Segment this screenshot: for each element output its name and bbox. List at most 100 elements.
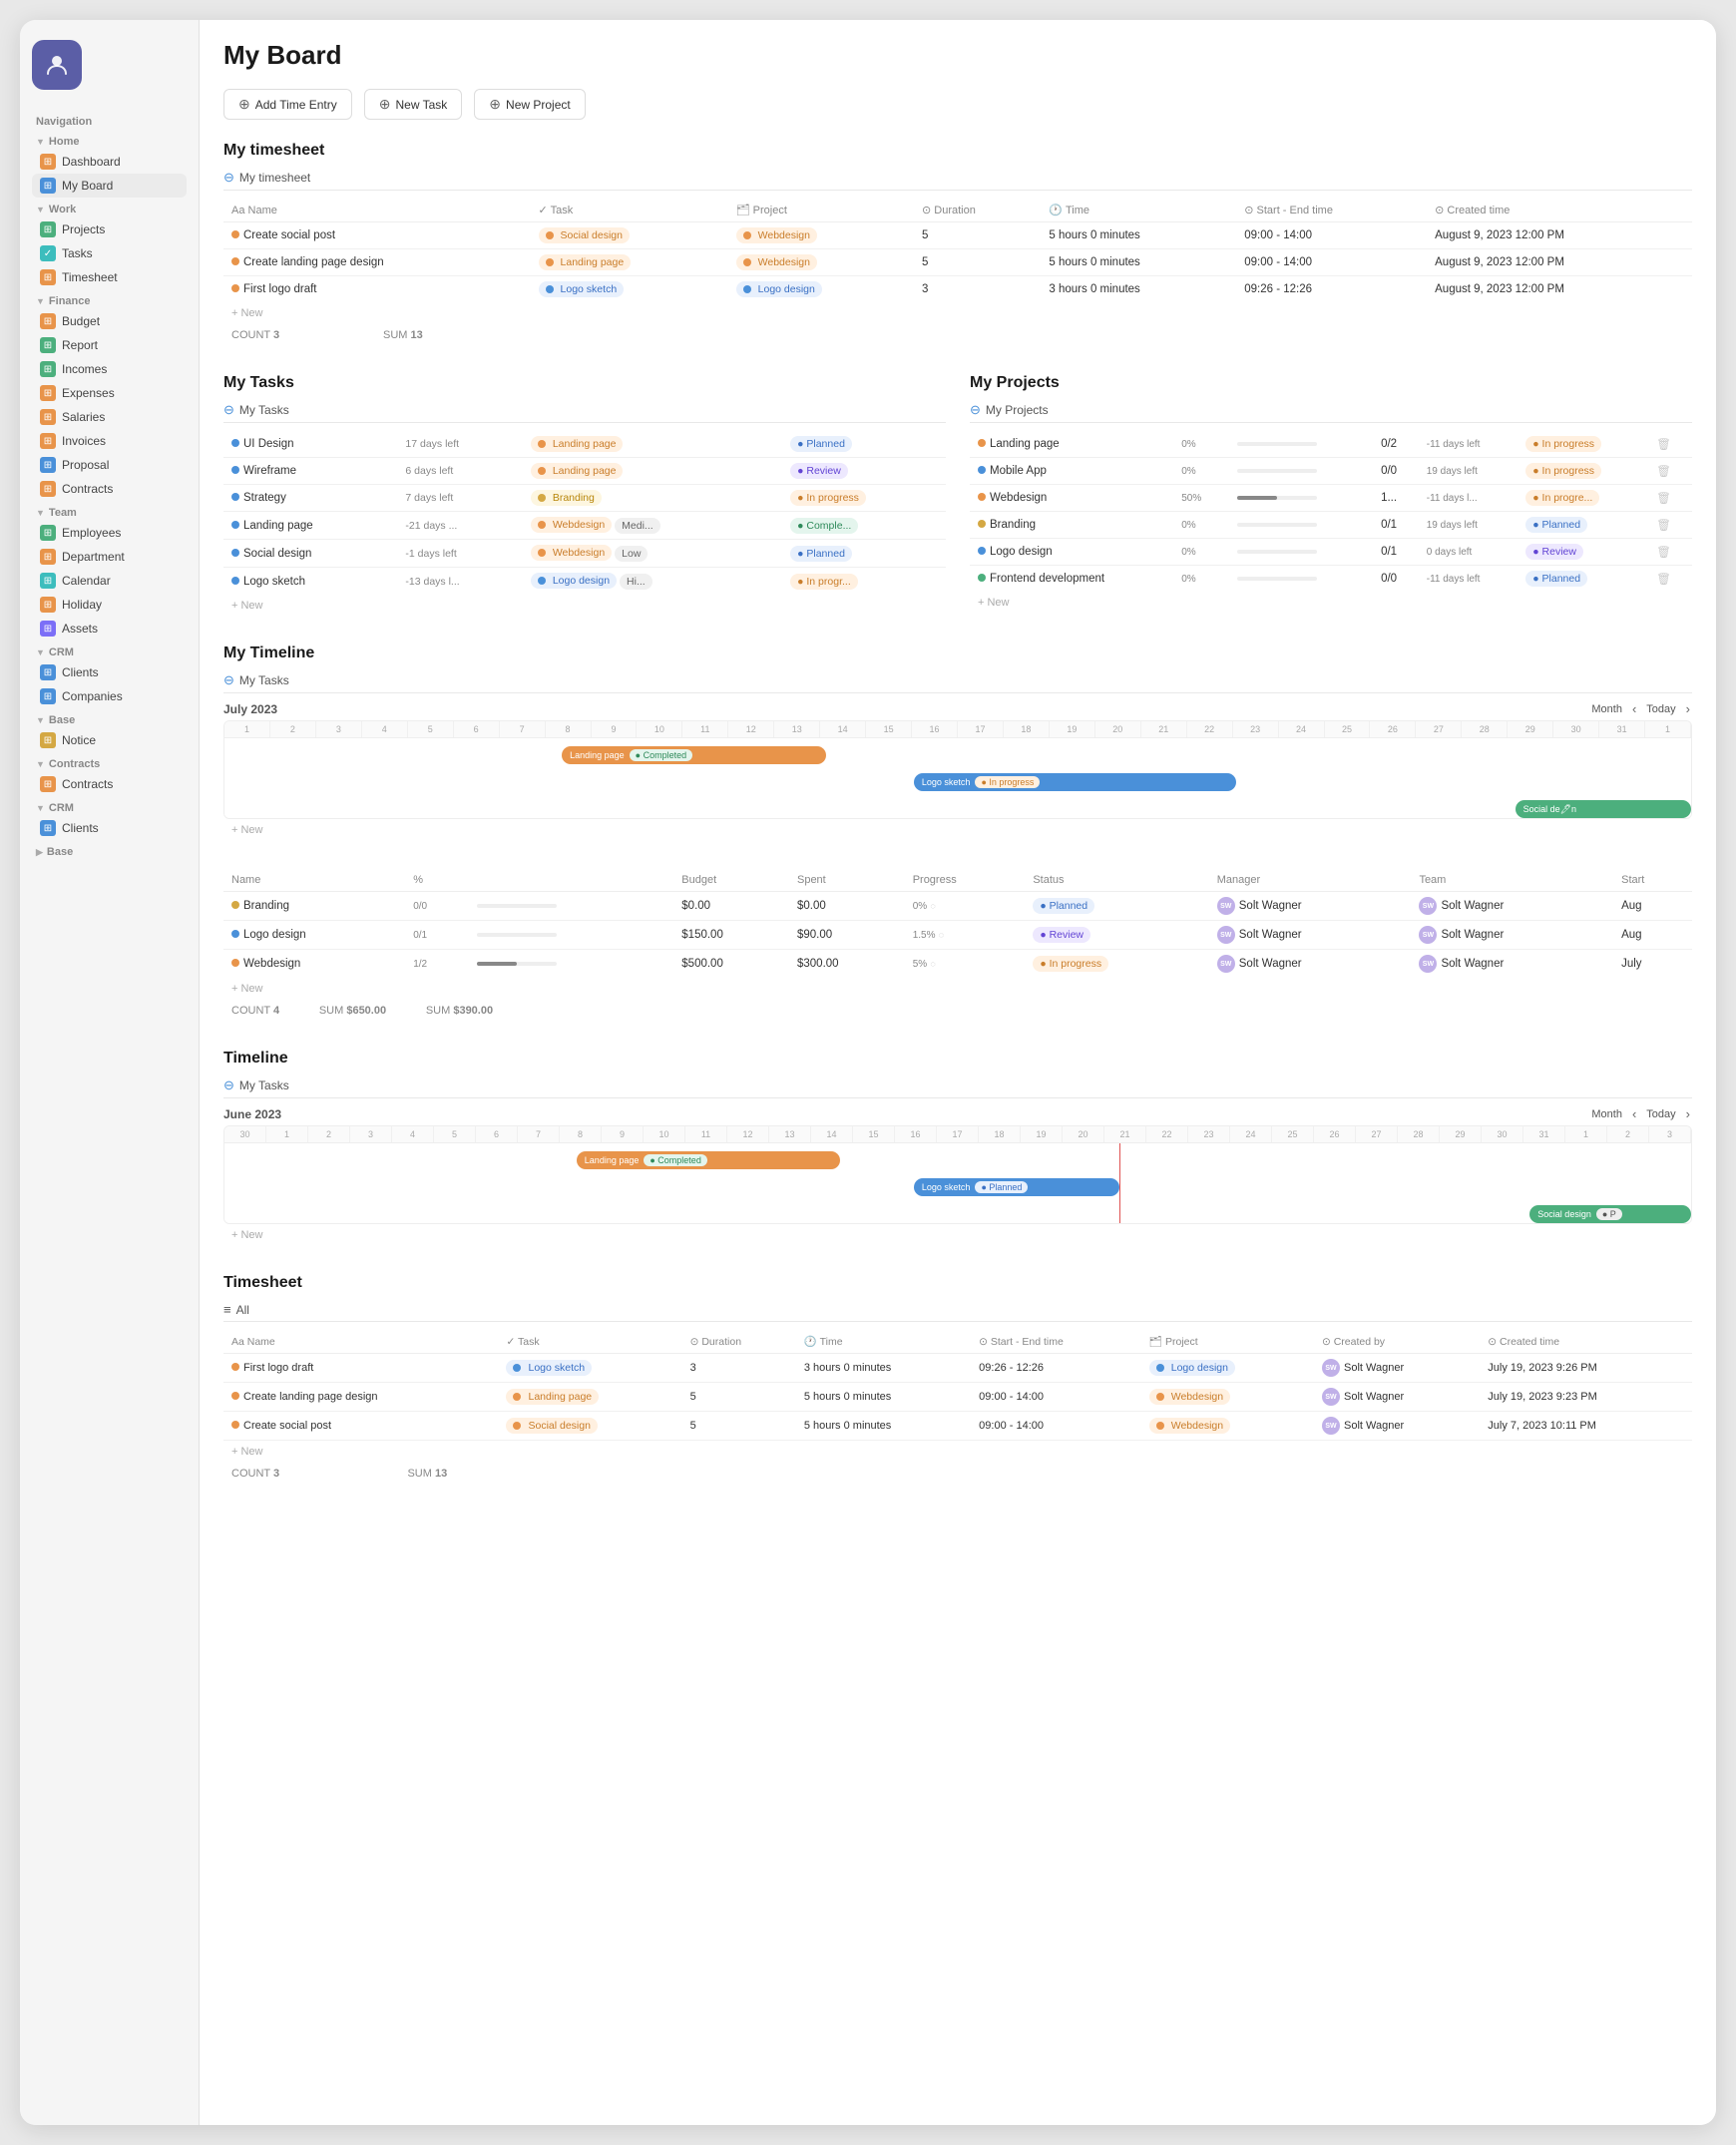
proj-tasks: 1... (1373, 485, 1419, 512)
proj-budget-new-row[interactable]: + New (223, 978, 1692, 1000)
timeline-date-cell: 5 (408, 721, 454, 737)
timesheet-title: My timesheet (223, 142, 1692, 160)
sidebar-item-clients2[interactable]: ⊞ Clients (32, 816, 187, 840)
sidebar-item-contracts-finance[interactable]: ⊞ Contracts (32, 477, 187, 501)
timeline-date-cell: 12 (727, 1126, 769, 1142)
salaries-icon: ⊞ (40, 409, 56, 425)
bts-created-by: SWSolt Wagner (1314, 1354, 1480, 1383)
col-created: ⊙ Created time (1427, 199, 1692, 222)
timeline2-today[interactable]: Today (1646, 1108, 1675, 1120)
pb-spent: $300.00 (789, 950, 905, 979)
sidebar-item-salaries[interactable]: ⊞ Salaries (32, 405, 187, 429)
sidebar-item-department[interactable]: ⊞ Department (32, 545, 187, 569)
proj-action[interactable]: 🗑 (1648, 431, 1692, 458)
sidebar-item-tasks[interactable]: ✓ Tasks (32, 241, 187, 265)
sidebar-item-projects[interactable]: ⊞ Projects (32, 217, 187, 241)
pb-spent: $90.00 (789, 921, 905, 950)
pb-manager: SWSolt Wagner (1209, 892, 1412, 921)
timeline-date-cell: 6 (454, 721, 500, 737)
table-row: Create landing page design Landing page … (223, 249, 1692, 276)
timesheet-icon: ⊞ (40, 269, 56, 285)
task-project: WebdesignMedi... (523, 512, 782, 540)
sidebar-item-employees[interactable]: ⊞ Employees (32, 521, 187, 545)
timesheet-new-row[interactable]: + New (223, 302, 1692, 324)
tasks-new-row[interactable]: + New (223, 595, 946, 617)
ts-task: Social design (531, 222, 728, 249)
add-time-entry-button[interactable]: ⊕ Add Time Entry (223, 89, 352, 120)
sidebar-item-calendar[interactable]: ⊞ Calendar (32, 569, 187, 593)
timeline-date-cell: 22 (1187, 721, 1233, 737)
bts-col-name: Aa Name (223, 1330, 498, 1354)
proj-pct: 0% (1173, 431, 1224, 458)
sidebar-item-incomes[interactable]: ⊞ Incomes (32, 357, 187, 381)
sidebar-item-contracts[interactable]: ⊞ Contracts (32, 772, 187, 796)
sidebar-item-holiday[interactable]: ⊞ Holiday (32, 593, 187, 617)
pb-budget: $500.00 (673, 950, 789, 979)
timesheet-subtitle: ⊖ My timesheet (223, 166, 1692, 191)
timesheet-section: My timesheet ⊖ My timesheet Aa Name ✓ Ta… (223, 142, 1692, 346)
timeline-date-cell: 19 (1021, 1126, 1063, 1142)
timeline2-new-row[interactable]: + New (223, 1224, 1692, 1246)
timeline-prev-btn[interactable]: ‹ (1630, 701, 1638, 716)
projects-new-row[interactable]: + New (970, 592, 1692, 614)
proj-status: ● In progre... (1518, 485, 1648, 512)
proj-action[interactable]: 🗑 (1648, 485, 1692, 512)
add-time-icon: ⊕ (238, 96, 250, 113)
sidebar-item-clients[interactable]: ⊞ Clients (32, 660, 187, 684)
proj-action[interactable]: 🗑 (1648, 512, 1692, 539)
sidebar-item-assets[interactable]: ⊞ Assets (32, 617, 187, 641)
sidebar-item-companies[interactable]: ⊞ Companies (32, 684, 187, 708)
sidebar-item-proposal[interactable]: ⊞ Proposal (32, 453, 187, 477)
proj-action[interactable]: 🗑 (1648, 458, 1692, 485)
timeline2-title: Timeline (223, 1050, 1692, 1068)
new-task-button[interactable]: ⊕ New Task (364, 89, 463, 120)
pb-status: ● Review (1025, 921, 1208, 950)
proj-action[interactable]: 🗑 (1648, 566, 1692, 593)
bts-created-time: July 7, 2023 10:11 PM (1480, 1412, 1692, 1441)
projects-icon: ⊞ (40, 221, 56, 237)
timeline-next-btn[interactable]: › (1684, 701, 1692, 716)
bts-created-by: SWSolt Wagner (1314, 1383, 1480, 1412)
timeline2-next-btn[interactable]: › (1684, 1106, 1692, 1121)
sidebar-item-myboard[interactable]: ⊞ My Board (32, 174, 187, 198)
sidebar-item-expenses[interactable]: ⊞ Expenses (32, 381, 187, 405)
contracts-finance-icon: ⊞ (40, 481, 56, 497)
table-row: First logo draft Logo sketch Logo design… (223, 276, 1692, 303)
proj-tasks: 0/0 (1373, 566, 1419, 593)
proj-action[interactable]: 🗑 (1648, 539, 1692, 566)
table-row: Create social post Social design Webdesi… (223, 222, 1692, 249)
sidebar-item-timesheet[interactable]: ⊞ Timesheet (32, 265, 187, 289)
task-project: WebdesignLow (523, 540, 782, 568)
task-status: ● Planned (782, 540, 946, 568)
bts-name: First logo draft (223, 1354, 498, 1383)
pb-pct: 1/2 (405, 950, 465, 979)
sidebar-item-budget[interactable]: ⊞ Budget (32, 309, 187, 333)
timeline-date-cell: 9 (602, 1126, 644, 1142)
sidebar-item-dashboard[interactable]: ⊞ Dashboard (32, 150, 187, 174)
timeline-date-cell: 16 (912, 721, 958, 737)
sidebar-item-invoices[interactable]: ⊞ Invoices (32, 429, 187, 453)
holiday-icon: ⊞ (40, 597, 56, 613)
timeline-date-cell: 31 (1523, 1126, 1565, 1142)
pb-pct: 0/0 (405, 892, 465, 921)
sidebar-item-report[interactable]: ⊞ Report (32, 333, 187, 357)
timeline2-prev-btn[interactable]: ‹ (1630, 1106, 1638, 1121)
project-row: Webdesign 50% 1... -11 days l... ● In pr… (970, 485, 1692, 512)
timeline-date-cell: 26 (1314, 1126, 1356, 1142)
timeline-date-cell: 27 (1416, 721, 1462, 737)
pb-progress: 5% ◌ (905, 950, 1026, 979)
proj-pct: 0% (1173, 539, 1224, 566)
new-project-button[interactable]: ⊕ New Project (474, 89, 585, 120)
col-proj-status: Status (1025, 869, 1208, 892)
timeline-today[interactable]: Today (1646, 703, 1675, 715)
timeline-new-row[interactable]: + New (223, 819, 1692, 841)
timeline-date-cell: 1 (224, 721, 270, 737)
task-detail: -1 days left (397, 540, 522, 568)
timeline-date-cell: 14 (811, 1126, 853, 1142)
bts-col-startend: ⊙ Start - End time (971, 1330, 1141, 1354)
timeline-date-cell: 8 (546, 721, 592, 737)
timeline-date-cell: 17 (958, 721, 1004, 737)
bottom-ts-new-row[interactable]: + New (223, 1441, 1692, 1463)
bts-duration: 3 (682, 1354, 796, 1383)
sidebar-item-notice[interactable]: ⊞ Notice (32, 728, 187, 752)
